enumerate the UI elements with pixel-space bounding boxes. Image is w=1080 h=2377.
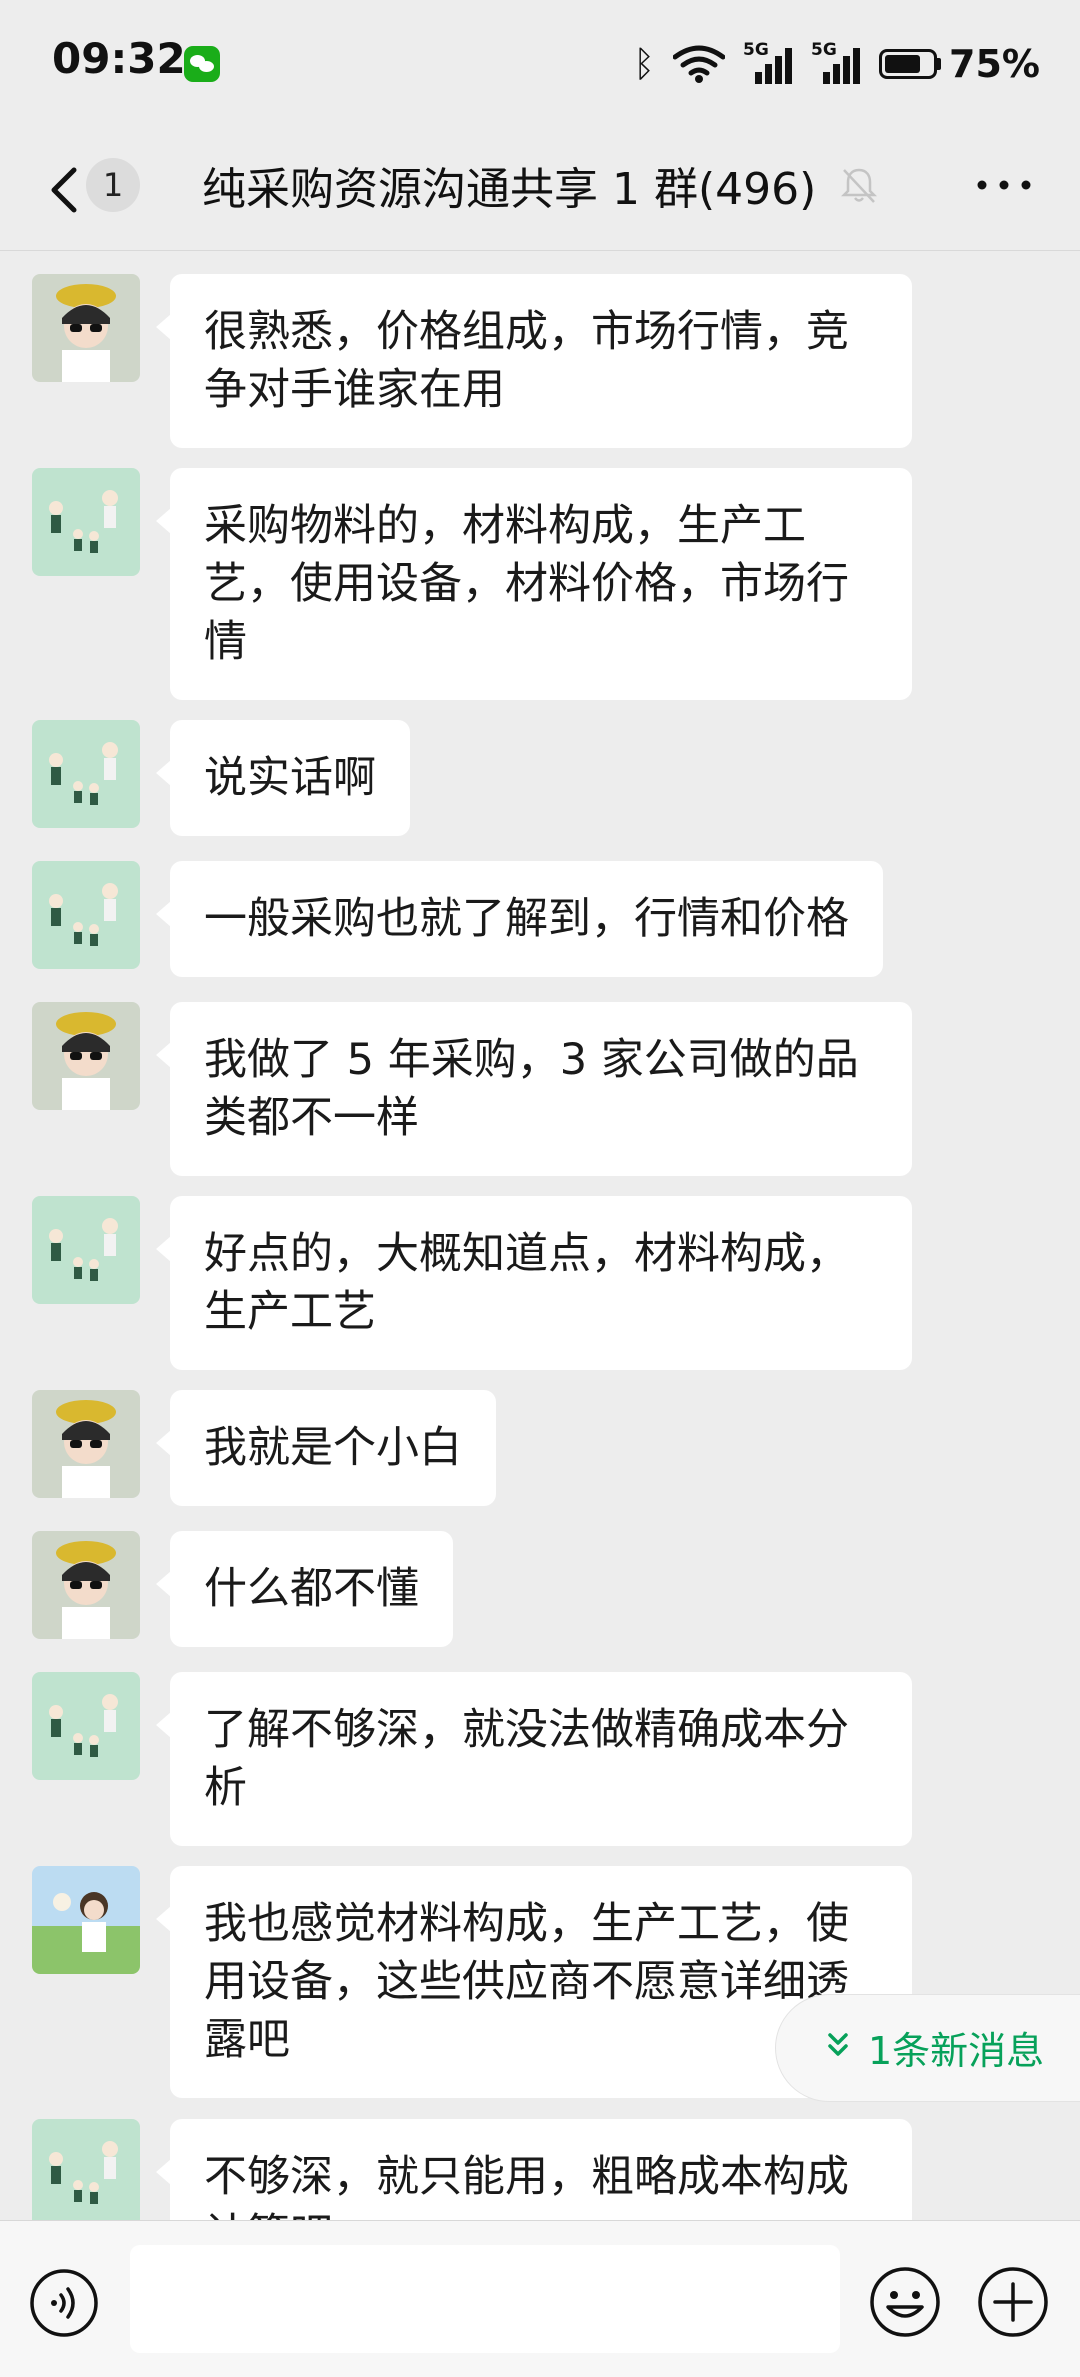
avatar-family-green[interactable] [32,861,140,969]
status-bar: 09:32 ᛒ 5G 5G 75% [0,0,1080,128]
signal-icon: 5G [743,40,793,84]
avatar-family-green[interactable] [32,1672,140,1780]
message-bubble[interactable]: 不够深，就只能用，粗略成本构成计算吧 [156,2119,912,2220]
wifi-icon [673,45,726,83]
message-bubble[interactable]: 我就是个小白 [156,1390,496,1506]
new-message-button[interactable]: 1条新消息 [775,1994,1080,2102]
avatar-family-green[interactable] [32,468,140,576]
avatar-girl-field[interactable] [32,1866,140,1974]
more-options-button[interactable] [974,168,1034,202]
avatar-family-green[interactable] [32,720,140,828]
message-list[interactable]: 很熟悉，价格组成，市场行情，竞争对手谁家在用 采购物料的，材料构成，生产工艺，使… [0,250,1080,2220]
status-icons: ᛒ 5G 5G 75% [633,38,1040,90]
unread-count-badge[interactable]: 1 [86,158,140,212]
network-label: 5G [811,40,837,60]
more-functions-button[interactable] [976,2265,1050,2339]
avatar-girl-sunglasses[interactable] [32,1002,140,1110]
input-bar [0,2220,1080,2377]
network-label: 5G [743,40,769,60]
message-bubble[interactable]: 了解不够深，就没法做精确成本分析 [156,1672,912,1846]
message-input[interactable] [130,2245,840,2353]
battery-icon [879,49,938,79]
message-bubble[interactable]: 什么都不懂 [156,1531,453,1647]
battery-indicator: 75% [879,42,1040,86]
voice-input-button[interactable] [28,2267,100,2339]
message-bubble[interactable]: 好点的，大概知道点，材料构成，生产工艺 [156,1196,912,1370]
wechat-notification-icon [184,46,220,82]
avatar-girl-sunglasses[interactable] [32,1531,140,1639]
message-bubble[interactable]: 采购物料的，材料构成，生产工艺，使用设备，材料价格，市场行情 [156,468,912,700]
double-chevron-down-icon [828,2033,848,2056]
message-bubble[interactable]: 一般采购也就了解到，行情和价格 [156,861,883,977]
avatar-family-green[interactable] [32,1196,140,1304]
avatar-girl-sunglasses[interactable] [32,1390,140,1498]
battery-fill [885,55,921,73]
new-message-label: 1条新消息 [868,2029,1045,2073]
bluetooth-icon: ᛒ [633,43,656,85]
message-bubble[interactable]: 我做了 5 年采购，3 家公司做的品类都不一样 [156,1002,912,1176]
status-time: 09:32 [52,34,186,83]
battery-percent: 75% [949,42,1040,86]
avatar-girl-sunglasses[interactable] [32,274,140,382]
message-bubble[interactable]: 很熟悉，价格组成，市场行情，竞争对手谁家在用 [156,274,912,448]
chat-title[interactable]: 纯采购资源沟通共享 1 群(496) [202,153,816,217]
avatar-family-green[interactable] [32,2119,140,2220]
muted-bell-icon [840,168,878,203]
signal-icon: 5G [811,40,861,84]
message-bubble[interactable]: 说实话啊 [156,720,410,836]
emoji-button[interactable] [868,2265,942,2339]
